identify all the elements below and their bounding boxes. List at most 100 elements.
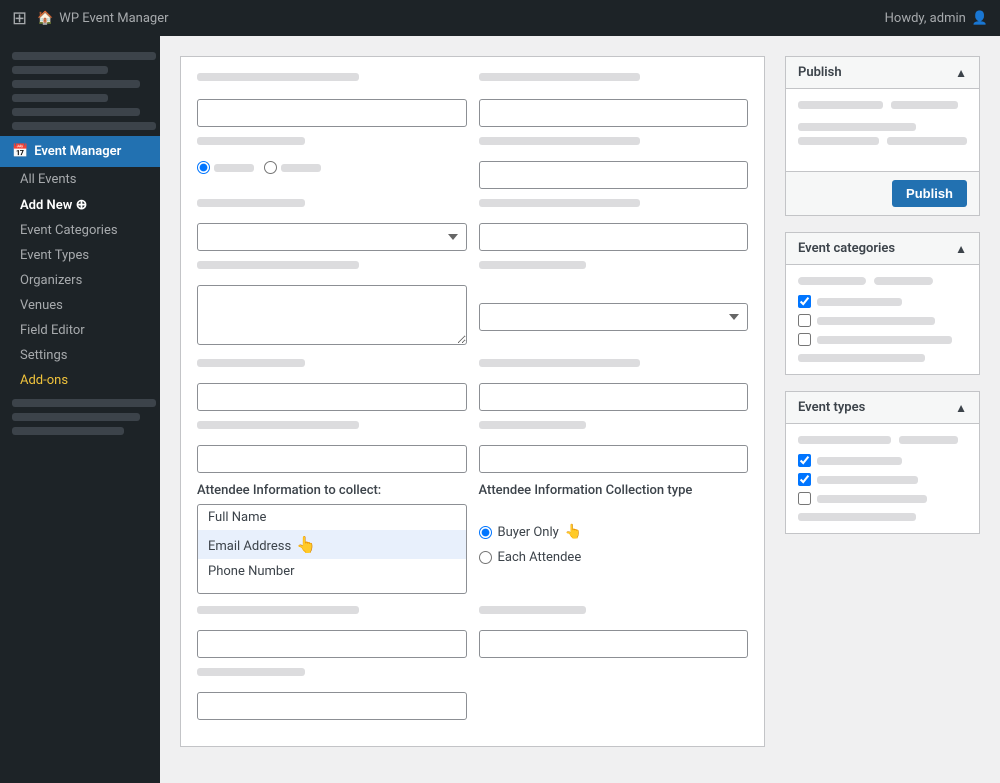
site-link[interactable]: 🏠 WP Event Manager [37,11,168,26]
form-input-1[interactable] [197,99,467,127]
skeleton [197,199,305,207]
radio-input-2[interactable] [264,161,277,174]
event-types-header[interactable]: Event types ▲ [786,392,979,424]
sidebar-skeleton-5 [12,108,140,116]
sidebar-item-add-new[interactable]: Add New ⊕ [0,192,160,218]
topbar: ⊞ 🏠 WP Event Manager Howdy, admin 👤 [0,0,1000,36]
sidebar-item-all-events[interactable]: All Events [0,167,160,192]
skeleton-row-5 [197,359,748,373]
cat-top-badges [798,277,967,285]
type-checkbox-2[interactable] [798,473,811,486]
radio-option1[interactable] [197,161,254,174]
type-label-2 [817,476,918,484]
addon-skeleton-3 [12,427,124,435]
radio-option2[interactable] [264,161,321,174]
attendee-collect-label: Attendee Information to collect: [197,483,467,498]
type-checkbox-3[interactable] [798,492,811,505]
wp-logo-icon[interactable]: ⊞ [12,8,27,29]
form-select-1[interactable] [197,223,467,251]
sidebar-item-event-types[interactable]: Event Types [0,243,160,268]
sidebar-item-event-categories[interactable]: Event Categories [0,218,160,243]
listbox-item-fullname[interactable]: Full Name [198,505,466,530]
form-row-inputs-1 [197,99,748,127]
collection-radio-buyer[interactable] [479,526,492,539]
collection-buyer-only[interactable]: Buyer Only 👆 [479,524,749,540]
publish-skeleton [891,101,959,109]
category-item-1 [798,295,967,308]
type-label-1 [817,457,902,465]
form-input-last[interactable] [197,692,467,720]
addon-skeleton-1 [12,399,156,407]
skeleton [197,359,305,367]
category-checkbox-1[interactable] [798,295,811,308]
type-item-1 [798,454,967,467]
type-item-3 [798,492,967,505]
sidebar-skeleton-6 [12,122,156,130]
form-input-8[interactable] [479,445,749,473]
skeleton [479,137,641,145]
form-input-bottom-2[interactable] [479,630,749,658]
types-checkbox-group [798,454,967,505]
category-checkbox-3[interactable] [798,333,811,346]
sidebar: 📅 Event Manager All Events Add New ⊕ Eve… [0,36,160,783]
user-greeting: Howdy, admin 👤 [885,11,988,26]
form-input-7[interactable] [197,445,467,473]
categories-checkbox-group [798,295,967,346]
event-categories-panel: Event categories ▲ [785,232,980,375]
sidebar-item-organizers[interactable]: Organizers [0,268,160,293]
radio-group [197,161,467,174]
publish-button[interactable]: Publish [892,180,967,207]
skeleton [479,199,641,207]
radio-input-1[interactable] [197,161,210,174]
category-item-2 [798,314,967,327]
cursor-pointer-icon-2: 👆 [565,524,582,540]
publish-panel-body [786,89,979,171]
category-item-3 [798,333,967,346]
form-input-3[interactable] [479,161,749,189]
sidebar-item-add-ons[interactable]: Add-ons [0,368,160,393]
sidebar-item-venues[interactable]: Venues [0,293,160,318]
sidebar-skeleton-1 [12,52,156,60]
listbox-item-phone[interactable]: Phone Number [198,559,466,584]
cat-badge-2 [874,277,933,285]
form-input-6[interactable] [479,383,749,411]
skeleton [479,359,641,367]
event-categories-header[interactable]: Event categories ▲ [786,233,979,265]
publish-panel-header[interactable]: Publish ▲ [786,57,979,89]
publish-panel-title: Publish [798,65,842,80]
sidebar-item-field-editor[interactable]: Field Editor [0,318,160,343]
form-input-5[interactable] [197,383,467,411]
skeleton [197,137,305,145]
types-top-skeletons [798,436,967,444]
form-input-bottom-1[interactable] [197,630,467,658]
cat-badge-1 [798,277,866,285]
form-textarea-1[interactable] [197,285,467,345]
attendee-listbox[interactable]: Full Name Email Address 👆 Phone Number [197,504,467,594]
sidebar-item-settings[interactable]: Settings [0,343,160,368]
form-select-2[interactable] [479,303,749,331]
radio-row [197,161,748,189]
publish-skeleton [887,137,968,145]
listbox-item-email[interactable]: Email Address 👆 [198,530,466,559]
form-input-2[interactable] [479,99,749,127]
collection-each-attendee[interactable]: Each Attendee [479,550,749,565]
skeleton-row-3 [197,199,748,213]
app-layout: 📅 Event Manager All Events Add New ⊕ Eve… [0,36,1000,783]
skeleton-row-4 [197,261,748,275]
event-categories-chevron-icon: ▲ [955,242,967,256]
type-item-2 [798,473,967,486]
top-skeletons-row1 [197,73,748,87]
publish-skeleton-row-2 [798,137,967,151]
type-skeleton-2 [899,436,958,444]
event-manager-section[interactable]: 📅 Event Manager [0,136,160,167]
form-area: Attendee Information to collect: Full Na… [180,56,765,747]
skeleton [479,261,587,269]
collection-radio-each[interactable] [479,551,492,564]
type-checkbox-1[interactable] [798,454,811,467]
editor-container: Attendee Information to collect: Full Na… [180,56,980,763]
types-bottom-skeleton [798,513,916,521]
skeleton [197,668,305,676]
sidebar-skeleton-4 [12,94,108,102]
form-input-4[interactable] [479,223,749,251]
category-checkbox-2[interactable] [798,314,811,327]
